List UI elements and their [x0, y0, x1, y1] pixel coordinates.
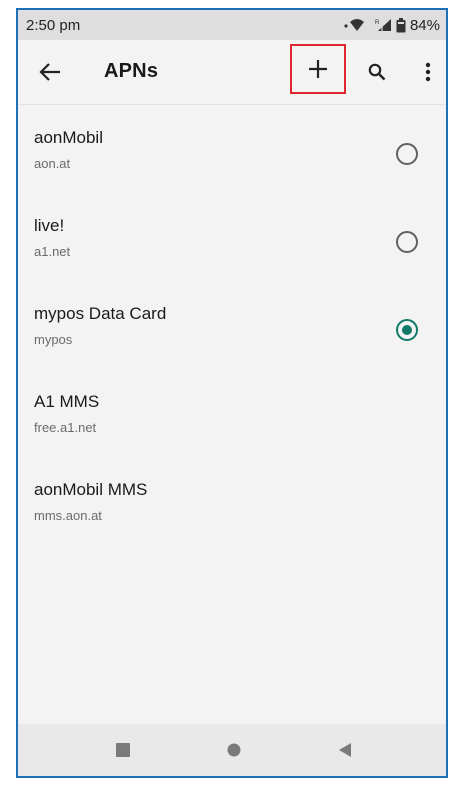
svg-text:R: R [375, 20, 380, 26]
search-icon [368, 63, 386, 81]
apn-value: free.a1.net [34, 420, 97, 435]
battery-icon [396, 17, 406, 32]
apn-name: aonMobil MMS [34, 480, 148, 499]
recents-button[interactable] [109, 736, 137, 764]
battery-percent: 84% [409, 16, 440, 34]
apn-value: mypos [34, 332, 73, 347]
apn-name: mypos Data Card [34, 304, 167, 323]
apn-radio-button[interactable] [396, 231, 418, 253]
more-options-button[interactable] [416, 58, 440, 86]
apn-item-aonmobil-mms[interactable]: aonMobil MMS mms.aon.at [18, 458, 446, 546]
back-triangle-icon [339, 743, 351, 757]
apn-name: A1 MMS [34, 392, 100, 411]
recents-square-icon [116, 743, 130, 757]
more-vert-icon [425, 62, 431, 82]
nav-back-button[interactable] [331, 736, 359, 764]
apn-item-mypos-data-card[interactable]: mypos Data Card mypos [18, 282, 446, 370]
apn-item-live[interactable]: live! a1.net [18, 194, 446, 282]
back-button[interactable] [36, 58, 64, 86]
signal-icon: R [375, 19, 391, 31]
home-button[interactable] [220, 736, 248, 764]
apn-value: a1.net [34, 244, 71, 259]
apn-list: aonMobil aon.at live! a1.net mypos Data … [18, 106, 446, 546]
phone-screen: 2:50 pm R 84% APNs aonMobil aon.at live!… [16, 8, 448, 778]
status-time: 2:50 pm [26, 16, 81, 34]
back-arrow-icon [39, 63, 60, 81]
navigation-bar [18, 724, 446, 776]
apn-radio-button[interactable] [396, 143, 418, 165]
wifi-icon [344, 19, 364, 31]
add-icon [309, 60, 327, 78]
status-bar: 2:50 pm R 84% [18, 10, 446, 40]
apn-value: mms.aon.at [34, 508, 102, 523]
search-button[interactable] [363, 58, 391, 86]
add-apn-button[interactable] [290, 44, 346, 94]
app-bar: APNs [18, 40, 446, 105]
apn-name: live! [34, 216, 65, 235]
apn-name: aonMobil [34, 128, 103, 147]
apn-item-aonmobil[interactable]: aonMobil aon.at [18, 106, 446, 194]
status-icons: R 84% [344, 17, 440, 34]
page-title: APNs [104, 60, 159, 82]
apn-item-a1-mms[interactable]: A1 MMS free.a1.net [18, 370, 446, 458]
apn-radio-button-selected[interactable] [396, 319, 418, 341]
apn-value: aon.at [34, 156, 71, 171]
home-circle-icon [227, 743, 241, 757]
